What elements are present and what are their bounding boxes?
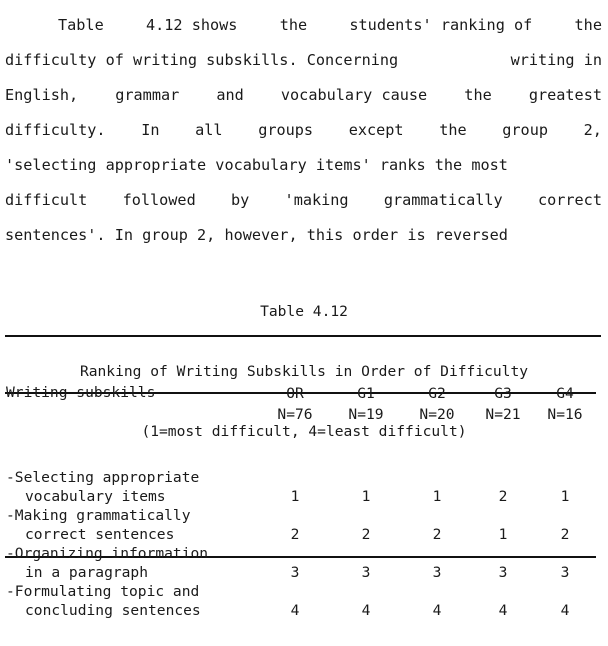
table-cell: 2 — [560, 526, 570, 543]
paragraph-text: 4.12 shows — [145, 16, 238, 34]
column-sample-size: N=21 — [485, 406, 521, 423]
paragraph-line: Table 4.12 shows the students' ranking of th… — [5, 8, 602, 43]
row-label: -Selecting appropriate vocabulary items — [6, 468, 199, 506]
paragraph-text: difficulty of writing subskills. Concern… — [5, 51, 399, 69]
paragraph-text: difficulty. — [5, 121, 106, 139]
document-page: Table 4.12 shows the students' ranking of th… — [0, 0, 608, 619]
paragraph-text: by — [230, 191, 250, 209]
table-cell: 3 — [290, 564, 300, 581]
paragraph-text: greatest — [528, 86, 602, 104]
table-cell: 3 — [432, 564, 442, 581]
paragraph-text: English, — [5, 86, 79, 104]
table-cell: 4 — [498, 602, 508, 619]
table-number: Table 4.12 — [260, 303, 348, 320]
paragraph-line: English, grammar and vocabulary cause the gre… — [5, 78, 602, 113]
table-cell: 4 — [432, 602, 442, 619]
table-body: -Selecting appropriate vocabulary items 1 1… — [0, 468, 608, 620]
row-label-line-1: -Organizing information — [6, 545, 209, 562]
paragraph-text: writing in — [510, 51, 602, 69]
table-cell: 2 — [290, 526, 300, 543]
column-sample-size: N=76 — [277, 406, 313, 423]
row-label-line-2: vocabulary items — [25, 488, 166, 505]
row-label-line-1: -Making grammatically — [6, 507, 191, 524]
paragraph-text: the — [574, 16, 602, 34]
column-sample-size: N=19 — [348, 406, 384, 423]
paragraph-text: 2, — [583, 121, 602, 139]
paragraph-text: 'selecting appropriate vocabulary items'… — [5, 156, 508, 174]
table-row: -Selecting appropriate vocabulary items 1 1… — [0, 468, 608, 506]
paragraph-line: 'selecting appropriate vocabulary items'… — [5, 148, 602, 183]
column-abbr: G3 — [494, 385, 512, 402]
row-label-line-1: -Formulating topic and — [6, 583, 200, 600]
column-header-g4: G4 N=16 — [533, 384, 597, 425]
table-rule-top — [5, 335, 601, 337]
table-cell: 1 — [498, 526, 508, 543]
paragraph-line: sentences'. In group 2, however, this or… — [5, 218, 602, 253]
column-abbr: G1 — [357, 385, 375, 402]
row-label: -Formulating topic and concluding sentenc… — [6, 582, 201, 620]
column-abbr: G2 — [428, 385, 446, 402]
paragraph-line: difficult followed by 'making grammatically c… — [5, 183, 602, 218]
row-label: -Organizing information in a paragraph — [6, 544, 208, 582]
table-cell: 3 — [498, 564, 508, 581]
paragraph-text: group — [502, 121, 548, 139]
paragraph-text: followed — [122, 191, 196, 209]
table-cell: 4 — [290, 602, 300, 619]
paragraph-text: grammar — [115, 86, 180, 104]
table-cell: 1 — [432, 488, 442, 505]
table-cell: 4 — [560, 602, 570, 619]
paragraph-line: difficulty of writing subskills. Concern… — [5, 43, 602, 78]
paragraph-text: In — [141, 121, 160, 139]
column-header-stub: Writing subskills — [6, 384, 156, 401]
row-label-line-2: concluding sentences — [25, 602, 201, 619]
paragraph-text: the — [439, 121, 467, 139]
paragraph-text: vocabulary cause — [280, 86, 428, 104]
table-cell: 1 — [290, 488, 300, 505]
table-row: -Organizing information in a paragraph 3 3 3… — [0, 544, 608, 582]
table-cell: 2 — [361, 526, 371, 543]
table-cell: 3 — [361, 564, 371, 581]
table-cell: 4 — [361, 602, 371, 619]
table-cell: 1 — [560, 488, 570, 505]
paragraph-text: grammatically — [383, 191, 503, 209]
column-header-g1: G1 N=19 — [334, 384, 398, 425]
body-paragraph: Table 4.12 shows the students' ranking of th… — [5, 8, 602, 253]
table-row: -Making grammatically correct sentences 2 2… — [0, 506, 608, 544]
table-cell: 3 — [560, 564, 570, 581]
paragraph-text: difficult — [5, 191, 88, 209]
row-label-line-2: in a paragraph — [25, 564, 149, 581]
table-cell: 2 — [498, 488, 508, 505]
paragraph-text: sentences'. In group 2, however, this or… — [5, 226, 508, 244]
paragraph-text: groups — [258, 121, 314, 139]
paragraph-text: all — [195, 121, 223, 139]
column-header-g3: G3 N=21 — [471, 384, 535, 425]
row-label: -Making grammatically correct sentences — [6, 506, 191, 544]
data-table: Writing subskills OR N=76 G1 N=19 G2 N=20 G3 N=… — [0, 340, 608, 646]
column-abbr: OR — [286, 385, 304, 402]
paragraph-text: correct — [537, 191, 602, 209]
column-abbr: G4 — [556, 385, 574, 402]
row-label-line-1: -Selecting appropriate — [6, 469, 200, 486]
table-header-row: Writing subskills OR N=76 G1 N=19 G2 N=20 G3 N=… — [0, 374, 608, 426]
column-sample-size: N=20 — [419, 406, 455, 423]
table-cell: 2 — [432, 526, 442, 543]
column-sample-size: N=16 — [547, 406, 583, 423]
column-header-or: OR N=76 — [263, 384, 327, 425]
table-row: -Formulating topic and concluding sentenc… — [0, 582, 608, 620]
column-header-g2: G2 N=20 — [405, 384, 469, 425]
paragraph-text: 'making — [284, 191, 349, 209]
paragraph-text: the — [279, 16, 308, 34]
table-cell: 1 — [361, 488, 371, 505]
paragraph-text: and — [216, 86, 244, 104]
paragraph-line: difficulty. In all groups except the group 2, — [5, 113, 602, 148]
paragraph-text: except — [348, 121, 404, 139]
paragraph-text: students' ranking of — [349, 16, 533, 34]
row-label-line-2: correct sentences — [25, 526, 175, 543]
paragraph-text: Table — [58, 16, 104, 34]
paragraph-text: the — [464, 86, 492, 104]
